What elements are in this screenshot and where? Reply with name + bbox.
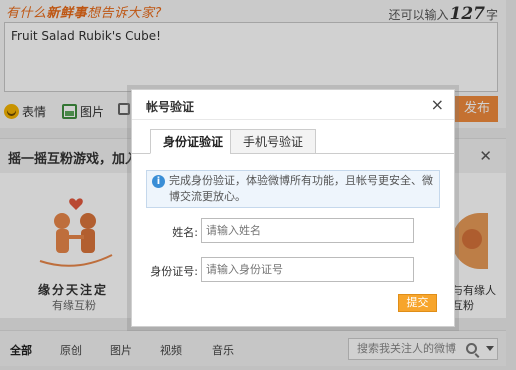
- verification-tabs: 身份证验证 手机号验证: [132, 129, 454, 154]
- id-number-field[interactable]: [201, 257, 414, 282]
- name-label: 姓名:: [172, 226, 198, 239]
- tab-id-card[interactable]: 身份证验证: [150, 129, 237, 154]
- id-number-label: 身份证号:: [150, 265, 198, 278]
- dialog-header: 帐号验证 ×: [132, 90, 454, 120]
- submit-button[interactable]: 提交: [398, 294, 437, 312]
- weibo-page: 有什么新鲜事想告诉大家? 还可以输入127字 Fruit Salad Rubik…: [0, 0, 516, 370]
- notice-text: 完成身份验证，体验微博所有功能，且帐号更安全、微博交流更放心。: [169, 174, 433, 203]
- dialog-title: 帐号验证: [146, 100, 195, 114]
- info-icon: i: [152, 175, 165, 188]
- account-verification-dialog: 帐号验证 × 身份证验证 手机号验证 i 完成身份验证，体验微博所有功能，且帐号…: [131, 89, 455, 327]
- verification-notice: i 完成身份验证，体验微博所有功能，且帐号更安全、微博交流更放心。: [146, 170, 440, 208]
- close-icon[interactable]: ×: [431, 95, 444, 114]
- tab-phone[interactable]: 手机号验证: [230, 129, 317, 154]
- name-field[interactable]: [201, 218, 414, 243]
